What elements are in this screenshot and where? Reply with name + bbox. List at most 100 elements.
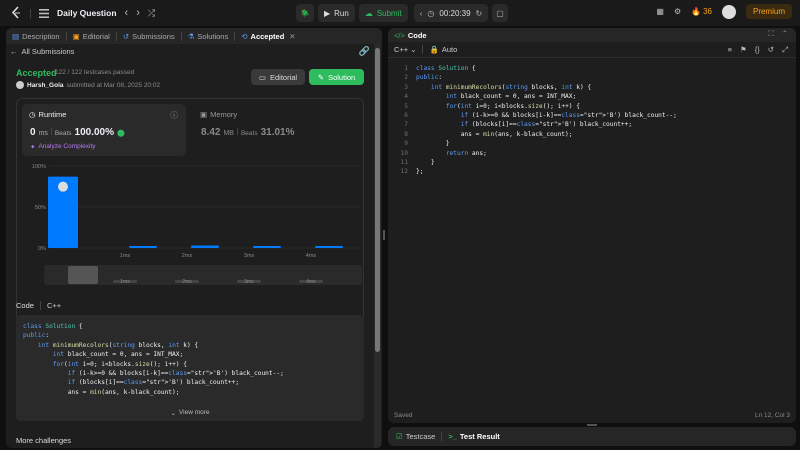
problem-list-icon[interactable] <box>39 8 49 18</box>
timer-widget[interactable]: ‹ ◷ 00:20:39 ↻ <box>413 4 489 22</box>
check-badge-icon: ⬤ <box>117 130 125 137</box>
fire-icon: 🔥 <box>691 7 702 16</box>
line-number: 1 <box>404 65 408 72</box>
submitted-at: submitted at Mar 08, 2025 20:02 <box>66 81 161 89</box>
solution-button[interactable]: ✎ Solution <box>309 69 364 85</box>
code-editor-text[interactable]: class Solution {public: int minimumRecol… <box>416 64 677 177</box>
runtime-unit: ms <box>38 130 48 137</box>
premium-button[interactable]: Premium <box>745 4 792 19</box>
username[interactable]: Harsh_Gola <box>27 82 64 89</box>
test-result-label: Test Result <box>459 432 500 441</box>
tab-editorial[interactable]: ▣ Editorial <box>73 32 110 41</box>
view-more-button[interactable]: ⌄ View more <box>16 409 364 417</box>
scrollbar-thumb[interactable] <box>375 48 380 352</box>
fullscreen-icon[interactable]: ⤢ <box>782 45 788 55</box>
tab-test-result[interactable]: >_ Test Result <box>448 432 499 441</box>
tab-accepted[interactable]: ⟲ Accepted ✕ <box>241 32 295 41</box>
leetcode-logo-icon[interactable] <box>10 6 22 20</box>
code-editor-panel: </> Code ⛶ ⌃ C++ ⌄ 🔒 Auto ≡ ⚑ {} ↺ ⤢ 123456… <box>388 28 796 423</box>
tab-solutions[interactable]: ⚗ Solutions <box>188 32 229 41</box>
close-tab-icon[interactable]: ✕ <box>289 32 295 41</box>
notes-button[interactable]: ▢ <box>492 4 508 22</box>
chart-bar <box>253 246 281 248</box>
line-number: 3 <box>404 83 408 91</box>
reset-code-icon[interactable]: ↺ <box>768 45 774 55</box>
memory-card[interactable]: ▣ Memory 8.42 MB Beats 31.01% <box>196 104 356 156</box>
editorial-icon: ▣ <box>72 31 80 41</box>
chevron-left-icon[interactable]: ‹ <box>420 9 423 18</box>
terminal-icon: >_ <box>448 432 457 441</box>
line-number: 9 <box>404 140 408 148</box>
solution-label: Solution <box>328 72 356 82</box>
link-icon[interactable]: 🔗 <box>359 46 370 57</box>
info-icon[interactable]: ⓘ <box>170 110 178 121</box>
tab-submissions[interactable]: ↺ Submissions <box>123 32 175 41</box>
daily-question-title[interactable]: Daily Question <box>57 8 117 18</box>
chevron-down-icon: ⌄ <box>170 410 176 417</box>
user-marker-avatar <box>58 181 68 192</box>
code-line: int black_count = 0, ans = INT_MAX; <box>445 93 577 101</box>
settings-gear-icon[interactable]: ⚙ <box>674 7 681 16</box>
tab-testcase[interactable]: ☑ Testcase <box>396 432 435 441</box>
submit-button[interactable]: ☁ Submit <box>358 4 408 22</box>
runtime-card[interactable]: ◷ Runtime ⓘ 0 ms Beats 100.00% ⬤ ✦ Analyze… <box>22 104 186 156</box>
prev-question-icon[interactable]: ‹ <box>125 7 129 19</box>
code-label: Code <box>16 301 34 310</box>
more-challenges-heading: More challenges <box>16 436 72 445</box>
run-button[interactable]: ▶ Run <box>317 4 355 22</box>
submitted-code-block: class Solution {public: int minimumRecol… <box>16 315 364 421</box>
avatar[interactable] <box>721 4 736 19</box>
panel-resize-handle[interactable] <box>383 230 385 240</box>
tab-label: Editorial <box>82 31 110 41</box>
debug-button[interactable]: 🪲 <box>296 4 314 22</box>
top-bar: Daily Question ‹ › ⤮ 🪲 ▶ Run ☁ Submit ‹ ◷ 00… <box>0 0 800 26</box>
line-number: 5 <box>404 102 408 110</box>
flask-icon: ⚗ <box>187 31 195 41</box>
maximize-icon[interactable]: ⛶ <box>768 29 773 39</box>
divider <box>65 31 67 41</box>
code-line: if (blocks[i]==class="str">'B') black_co… <box>460 121 633 129</box>
braces-icon[interactable]: {} <box>755 45 760 55</box>
accepted-icon: ⟲ <box>241 31 248 41</box>
code-lang: C++ <box>46 301 62 310</box>
divider <box>441 432 443 441</box>
code-line: ans = min(ans, k-black_count); <box>416 130 573 138</box>
back-label: All Submissions <box>21 47 75 56</box>
bookmark-icon[interactable]: ⚑ <box>740 45 747 55</box>
tab-code[interactable]: </> Code <box>394 31 427 40</box>
next-question-icon[interactable]: › <box>136 7 140 19</box>
bug-icon: 🪲 <box>300 8 310 18</box>
code-line: } <box>416 140 450 148</box>
divider <box>422 45 424 54</box>
mini-x-label: 2ms <box>182 279 192 285</box>
test-panel-bar: ☑ Testcase >_ Test Result <box>388 427 796 446</box>
editorial-button[interactable]: ▭ Editorial <box>251 69 305 85</box>
code-line: if (i-k>=0 && blocks[i-k]==class="str">'… <box>67 370 284 378</box>
editorial-label: Editorial <box>269 72 298 82</box>
code-line: class Solution { <box>416 65 476 72</box>
runtime-value: 0 <box>30 127 36 138</box>
format-code-icon[interactable]: ≡ <box>728 45 732 55</box>
auto-label: Auto <box>441 45 458 54</box>
left-tab-bar: ▤ Description ▣ Editorial ↺ Submissions ⚗ So… <box>6 28 382 44</box>
language-select[interactable]: C++ ⌄ <box>394 45 416 54</box>
tab-label: Solutions <box>197 31 229 41</box>
code-line: if (blocks[i]==class="str">'B') black_co… <box>67 379 240 387</box>
autocomplete-toggle[interactable]: 🔒 Auto <box>429 45 457 54</box>
code-line: } <box>416 159 435 167</box>
saved-status: Saved <box>394 411 413 419</box>
streak-counter[interactable]: 🔥 36 <box>691 7 712 16</box>
chart-range-handle[interactable] <box>68 266 98 284</box>
reset-icon[interactable]: ↻ <box>476 9 483 18</box>
tab-description[interactable]: ▤ Description <box>12 32 60 41</box>
shuffle-icon[interactable]: ⤮ <box>148 8 155 19</box>
left-panel: ▤ Description ▣ Editorial ↺ Submissions ⚗ So… <box>6 28 382 448</box>
layout-icon[interactable]: ▦ <box>656 7 664 16</box>
divider <box>180 31 182 41</box>
collapse-icon[interactable]: ⌃ <box>782 29 788 39</box>
chevron-down-icon: ⌄ <box>410 45 417 54</box>
analyze-complexity-link[interactable]: ✦ Analyze Complexity <box>30 143 96 151</box>
back-to-submissions[interactable]: ← All Submissions <box>10 47 74 56</box>
editor-resize-handle[interactable] <box>587 424 597 426</box>
tab-label: Submissions <box>132 31 175 41</box>
